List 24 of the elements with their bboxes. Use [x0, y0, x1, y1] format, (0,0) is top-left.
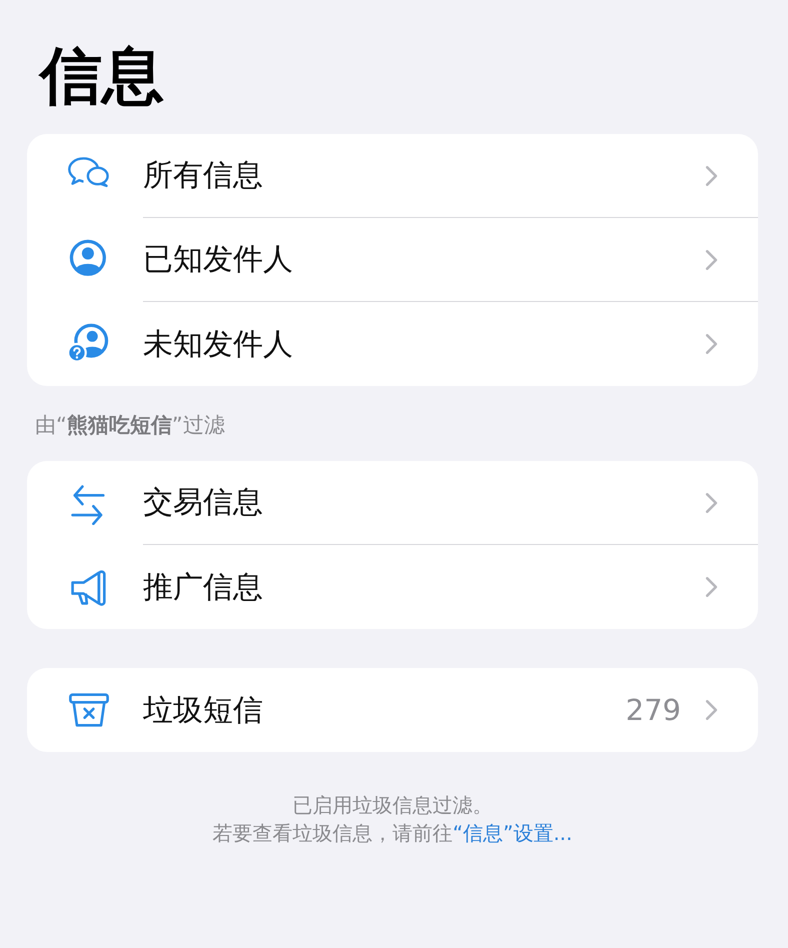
row-label: 已知发件人 [143, 241, 294, 279]
message-count: 279 [626, 693, 681, 727]
list-row[interactable]: 交易信息 [27, 461, 758, 545]
list-row[interactable]: 垃圾短信 279 [27, 668, 758, 752]
list-row[interactable]: 未知发件人 [27, 302, 758, 386]
row-label: 推广信息 [143, 568, 264, 606]
page-title: 信息 [40, 38, 165, 114]
chevron-icon [705, 492, 718, 514]
list-row[interactable]: 已知发件人 [27, 218, 758, 302]
footer-note: 若要查看垃圾信息，请前往“信息”设置... [212, 820, 574, 847]
chevron-icon [705, 576, 718, 598]
list-row[interactable]: 所有信息 [27, 134, 758, 218]
settings-link[interactable]: “信息”设置... [452, 821, 572, 845]
row-label: 垃圾短信 [143, 692, 264, 730]
section-header: 由“熊猫吃短信”过滤 [35, 412, 226, 439]
row-label: 所有信息 [143, 157, 264, 195]
list-row[interactable]: 推广信息 [27, 545, 758, 629]
row-label: 未知发件人 [143, 326, 294, 364]
chevron-icon [705, 248, 718, 270]
chevron-icon [705, 333, 718, 355]
chevron-icon [705, 164, 718, 186]
row-label: 交易信息 [143, 484, 264, 522]
chevron-icon [705, 699, 718, 721]
footer-note: 已启用垃圾信息过滤。 [292, 792, 494, 819]
